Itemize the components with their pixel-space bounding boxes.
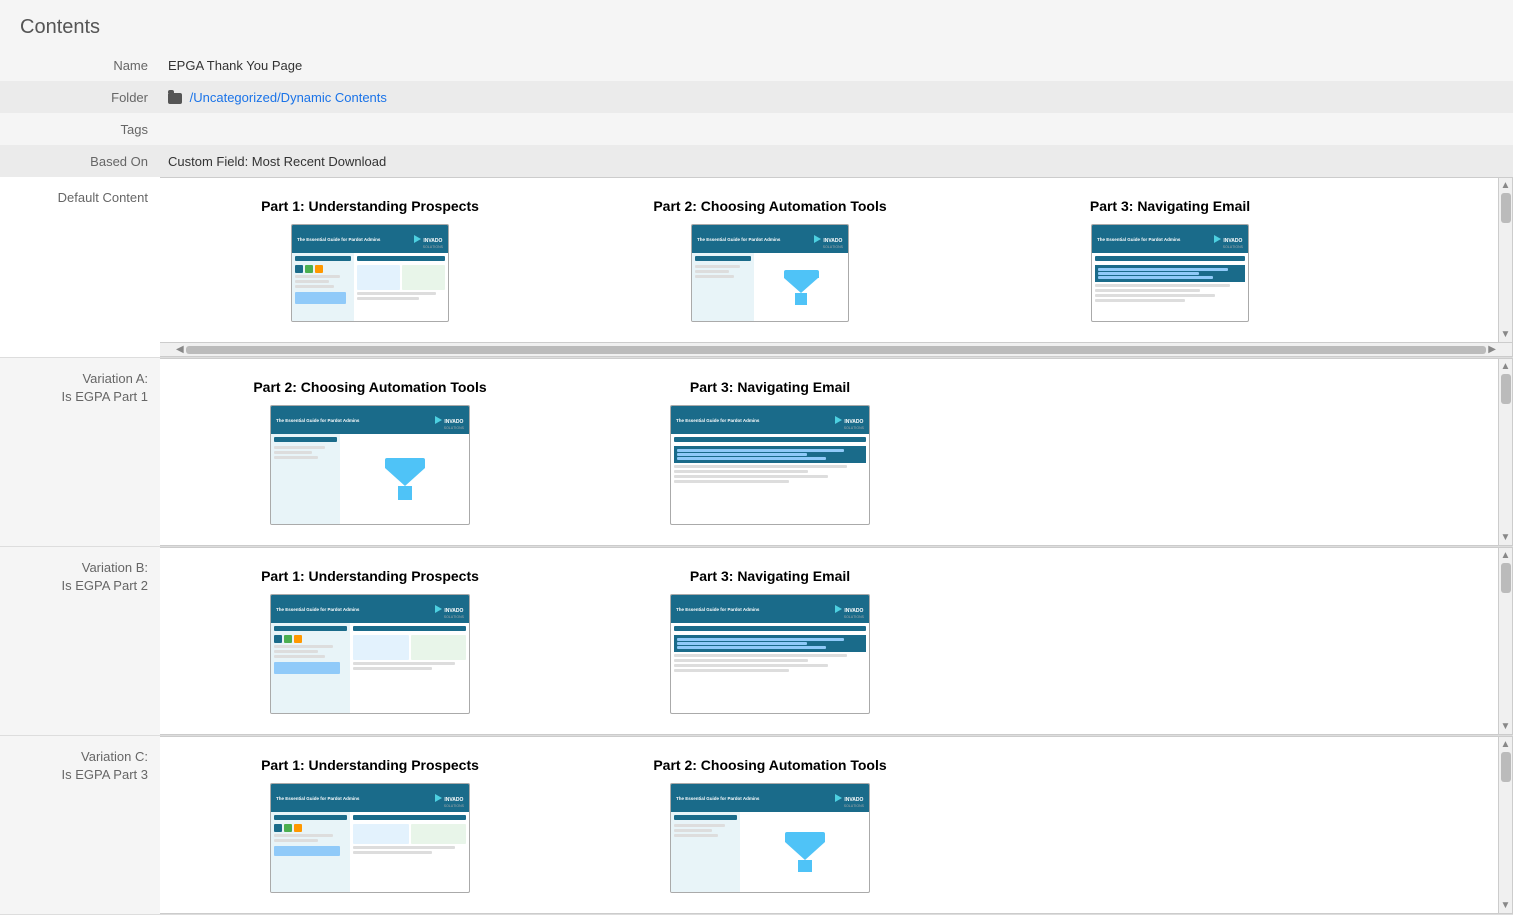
default-card-2-title: Part 2: Choosing Automation Tools [590,198,950,214]
variation-b-card-2: Part 3: Navigating Email The Essential G… [570,558,970,724]
scroll-down-arrow[interactable]: ▼ [1501,329,1511,340]
variation-b-card-1-image: The Essential Guide for Pardot Admins IN… [190,594,550,714]
name-row: Name EPGA Thank You Page [0,49,1513,81]
variation-b-scroll[interactable]: Part 1: Understanding Prospects The Esse… [160,548,1512,734]
variation-b-card-1: Part 1: Understanding Prospects The Esse… [170,558,570,724]
scroll-thumb-h[interactable] [186,346,1487,354]
variation-a-card-1-title: Part 2: Choosing Automation Tools [190,379,550,395]
variation-a-card-1: Part 2: Choosing Automation Tools The Es… [170,369,570,535]
variation-c-card-2: Part 2: Choosing Automation Tools The Es… [570,747,970,903]
variation-a-label: Variation A: Is EGPA Part 1 [0,358,160,546]
page-title: Contents [0,0,1513,49]
variation-c-scroll[interactable]: Part 1: Understanding Prospects The Esse… [160,737,1512,913]
default-scrollbar-h[interactable]: ◀ ▶ [160,342,1512,356]
tags-value [160,125,1513,133]
var-c-scroll-up[interactable]: ▲ [1501,739,1511,750]
default-content-area[interactable]: Part 1: Understanding Prospects The Esse… [160,177,1513,357]
variation-a-section: Variation A: Is EGPA Part 1 Part 2: Choo… [0,358,1513,547]
variation-a-scrollbar-v[interactable]: ▲ ▼ [1498,359,1512,545]
variation-a-email-doc: The Essential Guide for Pardot Admins IN… [670,405,870,525]
var-c-scroll-down[interactable]: ▼ [1501,900,1511,911]
folder-link[interactable]: /Uncategorized/Dynamic Contents [190,90,387,105]
variation-a-card-2: Part 3: Navigating Email The Essential G… [570,369,970,535]
scroll-left-arrow[interactable]: ◀ [174,344,186,355]
default-card-1: Part 1: Understanding Prospects The Esse… [170,188,570,332]
variation-a-card-1-image: The Essential Guide for Pardot Admins IN… [190,405,550,525]
default-scrollbar-v[interactable]: ▲ ▼ [1498,178,1512,342]
folder-label: Folder [0,90,160,105]
name-label: Name [0,58,160,73]
default-card-1-title: Part 1: Understanding Prospects [190,198,550,214]
variation-c-card-1: Part 1: Understanding Prospects The Esse… [170,747,570,903]
tags-row: Tags [0,113,1513,145]
variation-c-card-2-image: The Essential Guide for Pardot Admins IN… [590,783,950,893]
based-on-label: Based On [0,154,160,169]
var-b-scroll-down[interactable]: ▼ [1501,721,1511,732]
variation-c-card-2-title: Part 2: Choosing Automation Tools [590,757,950,773]
variation-c-scrollbar-v[interactable]: ▲ ▼ [1498,737,1512,913]
tags-label: Tags [0,122,160,137]
variation-a-scroll[interactable]: Part 2: Choosing Automation Tools The Es… [160,359,1512,545]
variation-c-automation-doc: The Essential Guide for Pardot Admins IN… [670,783,870,893]
variation-c-card-1-image: The Essential Guide for Pardot Admins IN… [190,783,550,893]
variation-b-content[interactable]: Part 1: Understanding Prospects The Esse… [160,547,1513,735]
variation-c-content[interactable]: Part 1: Understanding Prospects The Esse… [160,736,1513,914]
variation-b-card-1-title: Part 1: Understanding Prospects [190,568,550,584]
default-card-2: Part 2: Choosing Automation Tools The Es… [570,188,970,332]
var-b-scroll-thumb[interactable] [1501,563,1511,593]
default-card-2-image-container: The Essential Guide for Pardot Admins IN… [590,224,950,322]
folder-icon [168,93,182,104]
default-content-section: Default Content Part 1: Understanding Pr… [0,177,1513,358]
variation-a-card-2-title: Part 3: Navigating Email [590,379,950,395]
variation-c-label: Variation C: Is EGPA Part 3 [0,736,160,914]
var-a-scroll-up[interactable]: ▲ [1501,361,1511,372]
variation-b-card-2-title: Part 3: Navigating Email [590,568,950,584]
variation-b-card-2-image: The Essential Guide for Pardot Admins IN… [590,594,950,714]
var-a-scroll-down[interactable]: ▼ [1501,532,1511,543]
scroll-up-arrow[interactable]: ▲ [1501,180,1511,191]
metadata-section: Name EPGA Thank You Page Folder /Uncateg… [0,49,1513,177]
var-a-scroll-thumb[interactable] [1501,374,1511,404]
folder-value: /Uncategorized/Dynamic Contents [160,86,1513,109]
default-card-1-image-container: The Essential Guide for Pardot Admins IN… [190,224,550,322]
variation-c-prospects-doc: The Essential Guide for Pardot Admins IN… [270,783,470,893]
name-value: EPGA Thank You Page [160,54,1513,77]
email-doc-image: The Essential Guide for Pardot Admins IN… [1091,224,1249,322]
default-content-label: Default Content [0,177,160,357]
scroll-thumb-v[interactable] [1501,193,1511,223]
prospects-doc-image: The Essential Guide for Pardot Admins IN… [291,224,449,322]
default-scroll-area[interactable]: Part 1: Understanding Prospects The Esse… [160,178,1512,342]
variation-a-content[interactable]: Part 2: Choosing Automation Tools The Es… [160,358,1513,546]
variation-b-section: Variation B: Is EGPA Part 2 Part 1: Unde… [0,547,1513,736]
default-card-3-title: Part 3: Navigating Email [990,198,1350,214]
variation-a-card-2-image: The Essential Guide for Pardot Admins IN… [590,405,950,525]
scroll-right-arrow[interactable]: ▶ [1486,344,1498,355]
variation-c-section: Variation C: Is EGPA Part 3 Part 1: Unde… [0,736,1513,915]
variation-a-automation-doc: The Essential Guide for Pardot Admins IN… [270,405,470,525]
folder-row: Folder /Uncategorized/Dynamic Contents [0,81,1513,113]
variation-b-email-doc: The Essential Guide for Pardot Admins IN… [670,594,870,714]
variation-b-prospects-doc: The Essential Guide for Pardot Admins IN… [270,594,470,714]
based-on-value: Custom Field: Most Recent Download [160,150,1513,173]
variation-c-card-1-title: Part 1: Understanding Prospects [190,757,550,773]
automation-doc-image: The Essential Guide for Pardot Admins IN… [691,224,849,322]
variation-b-scrollbar-v[interactable]: ▲ ▼ [1498,548,1512,734]
based-on-row: Based On Custom Field: Most Recent Downl… [0,145,1513,177]
default-card-3-image-container: The Essential Guide for Pardot Admins IN… [990,224,1350,322]
var-c-scroll-thumb[interactable] [1501,752,1511,782]
var-b-scroll-up[interactable]: ▲ [1501,550,1511,561]
default-card-3: Part 3: Navigating Email The Essential G… [970,188,1370,332]
variation-b-label: Variation B: Is EGPA Part 2 [0,547,160,735]
